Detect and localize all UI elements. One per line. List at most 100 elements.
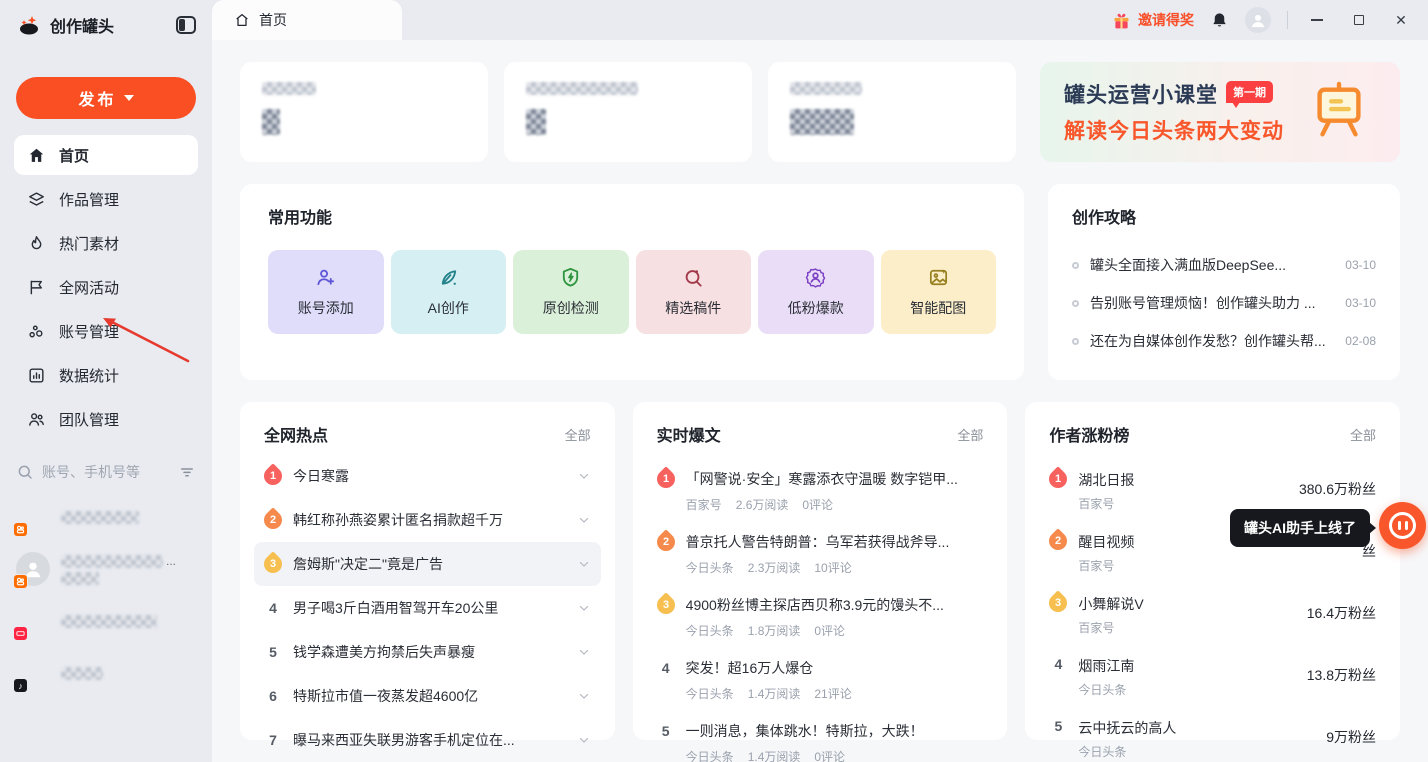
gift-icon [1111,10,1132,31]
article-item[interactable]: 1 「网警说·安全」寒露添衣守温暖 数字铠甲... 百家号 2.6万阅读 0评论 [657,460,984,523]
user-avatar[interactable] [1245,7,1271,33]
author-platform: 百家号 [1078,619,1295,636]
ranking-more-link[interactable]: 全部 [1350,425,1376,444]
article-source: 今日头条 [686,685,734,702]
rank-flame-icon: 3 [653,592,678,617]
account-list-item[interactable] [0,491,212,543]
shield-bolt-icon [559,266,582,289]
article-comments: 0评论 [802,496,833,513]
articles-more-link[interactable]: 全部 [957,425,983,444]
tile-smart-images[interactable]: 智能配图 [881,250,997,334]
account-name-redacted [61,511,139,524]
account-name-redacted [61,572,99,585]
article-item[interactable]: 2 普京托人警告特朗普：乌军若获得战斧导... 今日头条 2.3万阅读 10评论 [657,523,984,586]
douyin-badge-icon: ♪ [13,678,28,693]
image-icon [927,266,950,289]
app-logo-icon [18,14,42,36]
account-list-item[interactable]: ... [0,543,212,595]
stats-row: 罐头运营小课堂 第一期 解读今日头条两大变动 [240,62,1400,162]
maximize-button[interactable] [1346,7,1372,33]
article-comments: 0评论 [814,748,845,762]
sidebar-item-label: 账号管理 [59,321,119,342]
hotspot-item[interactable]: 2 韩红称孙燕姿累计匿名捐款超千万 [254,498,601,542]
sidebar-collapse-icon[interactable] [176,16,196,34]
sidebar-item-label: 数据统计 [59,365,119,386]
sidebar-item-team[interactable]: 团队管理 [14,399,198,439]
tile-ai-create[interactable]: AI创作 [391,250,507,334]
tab-label: 首页 [259,10,287,30]
account-search-input[interactable] [42,464,170,480]
sidebar-item-home[interactable]: 首页 [14,135,198,175]
tile-originality-check[interactable]: 原创检测 [513,250,629,334]
hotspot-item-highlighted[interactable]: 3 詹姆斯"决定二"竟是广告 [254,542,601,586]
invite-reward-button[interactable]: 邀请得奖 [1111,10,1194,31]
rank-flame-icon: 2 [1046,528,1071,553]
flag-icon [27,278,46,297]
strategy-item[interactable]: 罐头全面接入满血版DeepSee... 03-10 [1072,246,1376,284]
hotspot-item[interactable]: 1 今日寒露 [254,454,601,498]
hotspot-title: 特斯拉市值一夜蒸发超4600亿 [293,686,566,706]
lists-row: 全网热点 全部 1 今日寒露 2 韩红称孙燕姿累计匿名捐款超千万 [240,402,1400,740]
article-item[interactable]: 4 突发！超16万人爆仓 今日头条 1.4万阅读 21评论 [657,649,984,712]
filter-icon[interactable] [178,463,196,481]
functions-strategy-row: 常用功能 账号添加 AI创作 原创检测 [240,184,1400,380]
article-source: 今日头条 [686,622,734,639]
ranking-item[interactable]: 5 云中抚云的高人今日头条 9万粉丝 [1049,708,1376,762]
rank-number: 5 [1049,718,1067,734]
article-item[interactable]: 3 4900粉丝博主探店西贝称3.9元的馒头不... 今日头条 1.8万阅读 0… [657,586,984,649]
article-source: 今日头条 [686,559,734,576]
sidebar-item-hot-material[interactable]: 热门素材 [14,223,198,263]
hotspots-more-link[interactable]: 全部 [565,425,591,444]
sidebar-item-accounts[interactable]: 账号管理 [14,311,198,351]
section-title: 常用功能 [268,204,996,228]
sidebar-item-works[interactable]: 作品管理 [14,179,198,219]
sidebar-item-statistics[interactable]: 数据统计 [14,355,198,395]
minimize-button[interactable] [1304,7,1330,33]
chevron-down-icon[interactable] [577,689,591,703]
hotspot-item[interactable]: 6 特斯拉市值一夜蒸发超4600亿 [254,674,601,718]
strategy-item[interactable]: 还在为自媒体创作发愁？创作罐头帮... 02-08 [1072,322,1376,360]
chevron-down-icon[interactable] [577,733,591,747]
author-name: 湖北日报 [1078,472,1134,488]
topbar-right: 邀请得奖 ✕ [1111,0,1428,40]
kuaishou-badge-icon [13,574,28,589]
account-list-item[interactable]: ♪ [0,647,212,699]
rank-number: 5 [264,644,282,660]
close-button[interactable]: ✕ [1388,7,1414,33]
sidebar-item-activities[interactable]: 全网活动 [14,267,198,307]
hotspot-item[interactable]: 7 曝马来西亚失联男游客手机定位在... [254,718,601,762]
article-list: 1 「网警说·安全」寒露添衣守温暖 数字铠甲... 百家号 2.6万阅读 0评论 [657,460,984,762]
hotspot-list: 1 今日寒露 2 韩红称孙燕姿累计匿名捐款超千万 3 詹姆斯"决定二"竟是广告 [264,454,591,762]
chevron-down-icon[interactable] [577,513,591,527]
hotspot-item[interactable]: 5 钱学森遭美方拘禁后失声暴瘦 [254,630,601,674]
stat-label-redacted [526,82,638,95]
promo-banner[interactable]: 罐头运营小课堂 第一期 解读今日头条两大变动 [1040,62,1400,162]
ranking-item[interactable]: 4 烟雨江南今日头条 13.8万粉丝 [1049,646,1376,708]
bullet-icon [1072,338,1079,345]
ai-assistant-button[interactable] [1379,502,1426,549]
chevron-down-icon[interactable] [577,557,591,571]
chevron-down-icon[interactable] [577,469,591,483]
section-title: 实时爆文 [657,422,721,446]
tile-featured-posts[interactable]: 精选稿件 [636,250,752,334]
tile-low-fans-hit[interactable]: 低粉爆款 [758,250,874,334]
chevron-down-icon[interactable] [577,601,591,615]
article-reads: 2.3万阅读 [748,559,801,576]
notification-bell-icon[interactable] [1210,11,1229,30]
tile-label: 智能配图 [910,298,966,318]
easel-icon [1302,80,1376,144]
tile-add-account[interactable]: 账号添加 [268,250,384,334]
strategy-date: 03-10 [1345,258,1376,272]
article-reads: 1.4万阅读 [748,685,801,702]
rank-flame-icon: 3 [260,551,285,576]
ranking-item[interactable]: 3 小舞解说V百家号 16.4万粉丝 [1049,584,1376,646]
chevron-down-icon[interactable] [577,645,591,659]
home-icon [234,12,250,28]
rank-flame-icon: 1 [1046,466,1071,491]
article-item[interactable]: 5 一则消息，集体跳水！特斯拉，大跌！ 今日头条 1.4万阅读 0评论 [657,712,984,762]
strategy-item[interactable]: 告别账号管理烦恼！创作罐头助力 ... 03-10 [1072,284,1376,322]
hotspot-item[interactable]: 4 男子喝3斤白酒用智驾开车20公里 [254,586,601,630]
publish-button[interactable]: 发布 [16,77,196,119]
tab-home[interactable]: 首页 [212,0,402,40]
account-list-item[interactable] [0,595,212,647]
